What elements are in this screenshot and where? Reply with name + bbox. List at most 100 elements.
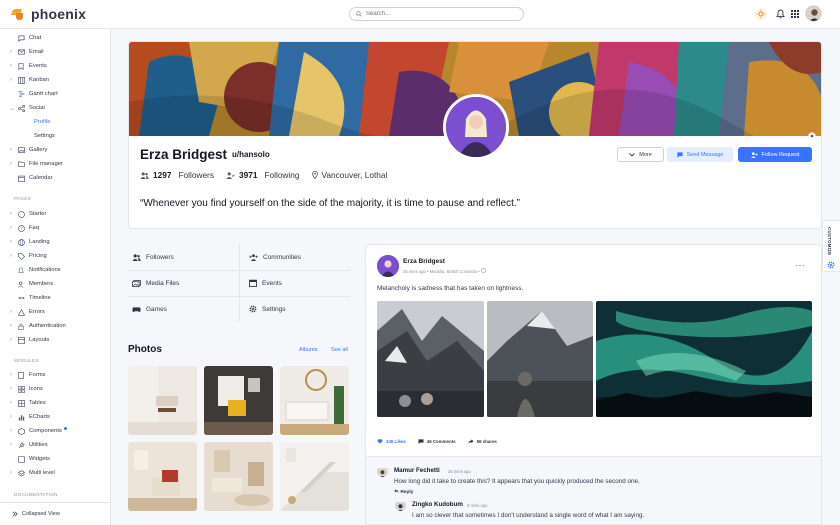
tab-label: Games (146, 305, 167, 313)
gallery-photo[interactable] (280, 442, 349, 511)
sidebar-item-pricing[interactable]: › Pricing (10, 250, 47, 262)
comment-button[interactable]: 45 Comments (418, 439, 456, 444)
gallery-photo[interactable] (204, 442, 273, 511)
tab-media-files[interactable]: Media Files (128, 270, 239, 296)
gallery-photo[interactable] (280, 366, 349, 435)
more-button[interactable]: More (617, 147, 664, 162)
post-image[interactable] (377, 301, 484, 417)
sidebar-item-settings[interactable]: Settings (34, 130, 55, 142)
sidebar-item-file-manager[interactable]: › File manager (10, 158, 63, 170)
profile-avatar[interactable] (443, 94, 509, 160)
comment-author[interactable]: Mamur Fechetti (394, 467, 440, 474)
see-all-link[interactable]: See all (331, 347, 348, 353)
tab-communities[interactable]: Communities (245, 244, 356, 270)
sidebar-item-label: Starter (29, 211, 47, 217)
like-button[interactable]: 345 Likes (377, 439, 406, 444)
sidebar-item-faq[interactable]: ›? Faq (10, 222, 39, 234)
sidebar-item-members[interactable]: Members (10, 278, 53, 290)
message-icon (677, 151, 683, 158)
comment-author[interactable]: Zingko Kudobum (412, 501, 463, 508)
sidebar-item-utilities[interactable]: › Utilities (10, 439, 48, 451)
sidebar-item-components[interactable]: › Components (10, 425, 67, 437)
tab-events[interactable]: Events (245, 270, 356, 296)
albums-link[interactable]: Albums (299, 347, 317, 353)
post-image[interactable] (487, 301, 593, 417)
tab-settings[interactable]: Settings (245, 296, 356, 322)
commenter-avatar[interactable] (395, 500, 406, 511)
sidebar-item-landing[interactable]: › Landing (10, 236, 50, 248)
sidebar-item-label: ECharts (29, 414, 50, 420)
globe-icon (481, 268, 486, 273)
search-input[interactable] (366, 11, 506, 17)
sidebar-item-label: Events (29, 63, 47, 69)
sidebar-item-label: Multi level (29, 470, 55, 476)
customize-label: CUSTOMIZE (827, 227, 832, 256)
brand-name: phoenix (31, 6, 87, 22)
sidebar-item-profile[interactable]: Profile (34, 116, 50, 128)
notification-bell-icon[interactable] (774, 8, 786, 20)
followers-stat[interactable]: 1297 Followers (140, 170, 214, 180)
brand-logo[interactable]: phoenix (11, 6, 87, 22)
sidebar-item-gantt-chart[interactable]: Gantt chart (10, 88, 58, 100)
sidebar-item-icons[interactable]: › Icons (10, 383, 43, 395)
customize-panel-toggle[interactable]: CUSTOMIZE (822, 220, 840, 272)
sidebar-item-authentication[interactable]: › Authentication (10, 320, 66, 332)
following-stat[interactable]: 3971 Following (226, 170, 300, 180)
bar-chart-icon (16, 413, 26, 421)
sidebar-section-modules: MODULES (14, 358, 39, 363)
sidebar-item-errors[interactable]: › Errors (10, 306, 45, 318)
gallery-photo[interactable] (128, 366, 197, 435)
bookmark-icon (16, 62, 26, 70)
globe-icon (16, 238, 26, 246)
following-label: Following (264, 170, 300, 180)
commenter-avatar[interactable] (377, 466, 388, 477)
sidebar-item-gallery[interactable]: › Gallery (10, 144, 47, 156)
post-author-avatar[interactable] (377, 255, 399, 277)
sidebar-item-notifications[interactable]: Notifications (10, 264, 61, 276)
send-message-button[interactable]: Send Message (667, 147, 733, 162)
camera-icon[interactable] (808, 126, 816, 144)
tabs-divider (239, 244, 240, 322)
timeline-icon (16, 294, 26, 302)
tab-followers[interactable]: Followers (128, 244, 239, 270)
collapse-sidebar-button[interactable]: Collapsed View (0, 502, 111, 525)
post-meta: 35 mins ago • Medulla, British Columbia … (403, 268, 486, 274)
users-icon (140, 171, 149, 179)
gallery-photo[interactable] (128, 442, 197, 511)
sidebar-item-events[interactable]: › Events (10, 60, 47, 72)
sidebar-item-multi-level[interactable]: › Multi level (10, 467, 55, 479)
help-icon: ? (16, 224, 26, 232)
sidebar-item-email[interactable]: › Email (10, 46, 44, 58)
post-image[interactable] (596, 301, 812, 417)
sidebar-item-label: Pricing (29, 253, 47, 259)
post-text: Melancholy is sadness that has taken on … (377, 285, 524, 292)
post-options-icon[interactable]: ··· (796, 261, 806, 270)
sidebar-item-label: Forms (29, 372, 46, 378)
sidebar-item-echarts[interactable]: › ECharts (10, 411, 50, 423)
sidebar-item-widgets[interactable]: Widgets (10, 453, 50, 465)
calendar-icon (249, 279, 257, 287)
follow-request-button[interactable]: Follow Request (738, 147, 812, 162)
gallery-photo[interactable] (204, 366, 273, 435)
sidebar-item-layouts[interactable]: › Layouts (10, 334, 49, 346)
sidebar-item-tables[interactable]: › Tables (10, 397, 46, 409)
apps-grid-icon[interactable] (789, 8, 801, 20)
sidebar-item-calendar[interactable]: Calendar (10, 172, 53, 184)
user-avatar[interactable] (805, 5, 822, 22)
lock-icon (16, 322, 26, 330)
sidebar-item-timeline[interactable]: Timeline (10, 292, 51, 304)
theme-toggle-sun-icon[interactable] (755, 8, 767, 20)
tab-games[interactable]: Games (128, 296, 239, 322)
tool-icon (16, 441, 26, 449)
post-card: Erza Bridgest 35 mins ago • Medulla, Bri… (365, 244, 822, 525)
sidebar-item-starter[interactable]: › Starter (10, 208, 46, 220)
sidebar: Chat › Email › Events › Kanban Gantt chart … (0, 29, 111, 525)
reply-button[interactable]: Reply (394, 489, 413, 495)
sidebar-item-forms[interactable]: › Forms (10, 369, 45, 381)
sidebar-item-social[interactable]: ⌄ Social (10, 102, 45, 114)
sidebar-item-chat[interactable]: Chat (10, 32, 41, 44)
search-box[interactable] (349, 7, 524, 21)
post-author-name[interactable]: Erza Bridgest (403, 258, 445, 265)
share-button[interactable]: 58 shares (468, 439, 497, 444)
sidebar-item-kanban[interactable]: › Kanban (10, 74, 49, 86)
